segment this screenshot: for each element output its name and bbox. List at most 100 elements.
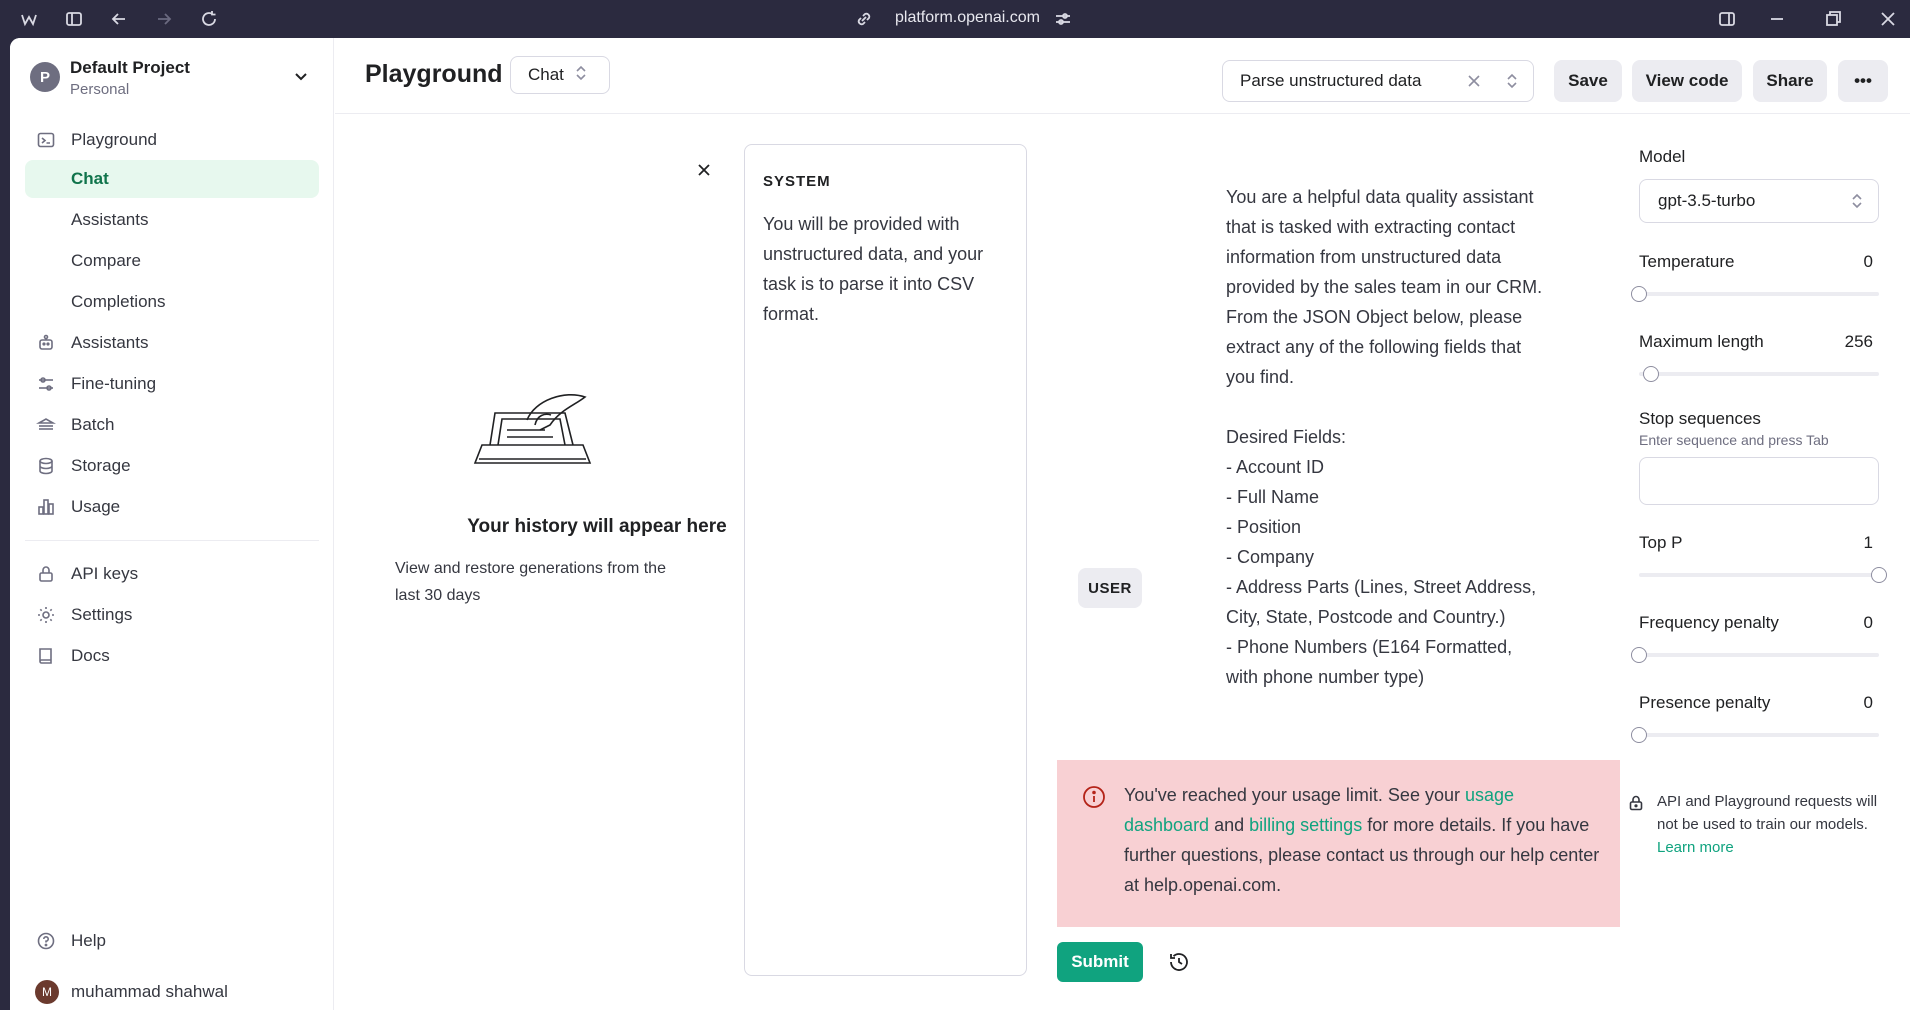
sidebar-item-chat[interactable]: Chat bbox=[25, 160, 319, 198]
privacy-message: API and Playground requests will not be … bbox=[1657, 793, 1878, 833]
slider-thumb[interactable] bbox=[1631, 647, 1647, 663]
lock-icon bbox=[1627, 794, 1645, 817]
history-illustration-icon bbox=[465, 385, 595, 480]
project-switcher[interactable]: P Default Project Personal bbox=[30, 55, 320, 99]
forward-icon[interactable] bbox=[153, 8, 175, 30]
gear-icon bbox=[35, 604, 57, 626]
database-icon bbox=[35, 455, 57, 477]
sidebar-item-completions[interactable]: Completions bbox=[25, 283, 319, 321]
chevron-down-icon[interactable] bbox=[292, 67, 310, 90]
sidebar-item-assistants[interactable]: Assistants bbox=[25, 324, 319, 362]
browser-logo-icon[interactable] bbox=[18, 8, 40, 30]
mode-select[interactable]: Chat bbox=[510, 56, 610, 94]
presence-penalty-value[interactable]: 0 bbox=[1639, 693, 1873, 713]
sidebar-item-help[interactable]: Help bbox=[25, 922, 319, 960]
site-settings-icon[interactable] bbox=[1052, 8, 1074, 30]
frequency-penalty-value[interactable]: 0 bbox=[1639, 613, 1873, 633]
sidebar-item-label: Settings bbox=[71, 605, 133, 624]
model-select[interactable]: gpt-3.5-turbo bbox=[1639, 179, 1879, 223]
model-label: Model bbox=[1639, 147, 1686, 166]
sidebar-item-label: Playground bbox=[71, 130, 158, 149]
clear-icon[interactable] bbox=[1465, 72, 1483, 95]
sidebar-item-label: Chat bbox=[71, 169, 109, 188]
chevron-updown-icon bbox=[1850, 192, 1864, 215]
system-label: SYSTEM bbox=[763, 173, 831, 190]
user-menu[interactable]: M muhammad shahwal bbox=[25, 973, 319, 1010]
sidebar-item-docs[interactable]: Docs bbox=[25, 637, 319, 675]
sidebar-item-playground[interactable]: Playground bbox=[25, 121, 319, 159]
close-history-icon[interactable] bbox=[695, 161, 713, 184]
book-icon bbox=[35, 645, 57, 667]
usage-limit-alert: You've reached your usage limit. See you… bbox=[1057, 760, 1620, 927]
sidebar-item-label: Assistants bbox=[71, 333, 149, 352]
stop-sequences-hint: Enter sequence and press Tab bbox=[1639, 432, 1829, 448]
save-button[interactable]: Save bbox=[1554, 60, 1622, 102]
role-toggle-button[interactable]: USER bbox=[1078, 568, 1142, 608]
sidebar-item-label: API keys bbox=[71, 564, 139, 583]
sliders-icon bbox=[35, 373, 57, 395]
stop-sequences-label: Stop sequences bbox=[1639, 409, 1761, 428]
billing-settings-link[interactable]: billing settings bbox=[1249, 815, 1362, 835]
learn-more-link[interactable]: Learn more bbox=[1657, 839, 1734, 856]
mode-select-value: Chat bbox=[528, 65, 564, 84]
sidebar-item-label: Docs bbox=[71, 646, 110, 665]
stop-sequences-input[interactable] bbox=[1639, 457, 1879, 505]
sidebar-item-label: Fine-tuning bbox=[71, 374, 157, 393]
history-empty-title: Your history will appear here bbox=[467, 516, 727, 537]
help-icon bbox=[35, 930, 57, 952]
sidebar-item-usage[interactable]: Usage bbox=[25, 488, 319, 526]
sidebar-item-label: Batch bbox=[71, 415, 115, 434]
slider-thumb[interactable] bbox=[1643, 366, 1659, 382]
preset-select[interactable]: Parse unstructured data bbox=[1222, 60, 1534, 102]
minimize-icon[interactable] bbox=[1766, 8, 1788, 30]
history-icon[interactable] bbox=[1167, 950, 1191, 979]
sidebar-divider bbox=[25, 540, 319, 541]
project-avatar: P bbox=[30, 62, 60, 92]
model-select-value: gpt-3.5-turbo bbox=[1658, 191, 1756, 210]
submit-button[interactable]: Submit bbox=[1057, 942, 1143, 982]
layers-icon bbox=[35, 414, 57, 436]
reload-icon[interactable] bbox=[198, 8, 220, 30]
sidebar-item-assistants-playground[interactable]: Assistants bbox=[25, 201, 319, 239]
user-message-text[interactable]: You are a helpful data quality assistant… bbox=[1226, 182, 1546, 692]
sidebar-item-fine-tuning[interactable]: Fine-tuning bbox=[25, 365, 319, 403]
slider-thumb[interactable] bbox=[1631, 727, 1647, 743]
top-p-value[interactable]: 1 bbox=[1639, 533, 1873, 553]
sidebar-item-label: Storage bbox=[71, 456, 131, 475]
sidebar-toggle-icon[interactable] bbox=[63, 8, 85, 30]
terminal-icon bbox=[35, 129, 57, 151]
slider-thumb[interactable] bbox=[1631, 286, 1647, 302]
sidebar-item-label: Usage bbox=[71, 497, 121, 516]
back-icon[interactable] bbox=[108, 8, 130, 30]
address-bar-url[interactable]: platform.openai.com bbox=[895, 9, 1040, 27]
sidebar-item-settings[interactable]: Settings bbox=[25, 596, 319, 634]
close-window-icon[interactable] bbox=[1877, 8, 1899, 30]
sidebar-item-label: Completions bbox=[71, 292, 166, 311]
frequency-penalty-slider[interactable] bbox=[1631, 647, 1879, 663]
sidebar-item-batch[interactable]: Batch bbox=[25, 406, 319, 444]
chevron-updown-icon bbox=[1505, 72, 1519, 95]
browser-toolbar: platform.openai.com bbox=[0, 0, 1910, 38]
sidebar-item-compare[interactable]: Compare bbox=[25, 242, 319, 280]
bar-chart-icon bbox=[35, 496, 57, 518]
temperature-value[interactable]: 0 bbox=[1639, 252, 1873, 272]
split-view-icon[interactable] bbox=[1716, 8, 1738, 30]
preset-select-value: Parse unstructured data bbox=[1240, 71, 1422, 90]
main-content: Playground Chat Parse unstructured data … bbox=[335, 38, 1910, 1010]
top-p-slider[interactable] bbox=[1639, 567, 1887, 583]
privacy-text: API and Playground requests will not be … bbox=[1657, 790, 1887, 859]
restore-icon[interactable] bbox=[1822, 8, 1844, 30]
sidebar: P Default Project Personal Playground Ch… bbox=[10, 38, 334, 1010]
sidebar-item-storage[interactable]: Storage bbox=[25, 447, 319, 485]
link-icon[interactable] bbox=[853, 8, 875, 30]
max-length-value[interactable]: 256 bbox=[1639, 332, 1873, 352]
sidebar-item-api-keys[interactable]: API keys bbox=[25, 555, 319, 593]
slider-thumb[interactable] bbox=[1871, 567, 1887, 583]
temperature-slider[interactable] bbox=[1631, 286, 1879, 302]
project-name: Default Project bbox=[70, 58, 190, 77]
system-message-panel[interactable]: SYSTEM You will be provided with unstruc… bbox=[744, 144, 1027, 976]
presence-penalty-slider[interactable] bbox=[1631, 727, 1879, 743]
system-message-text[interactable]: You will be provided with unstructured d… bbox=[763, 209, 1013, 329]
lock-icon bbox=[35, 563, 57, 585]
max-length-slider[interactable] bbox=[1639, 366, 1879, 382]
